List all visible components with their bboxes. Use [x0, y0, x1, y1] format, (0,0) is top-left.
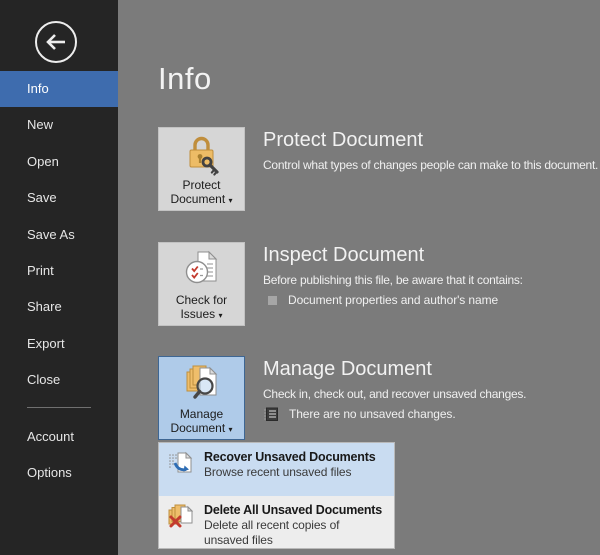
- menu-item-recover-unsaved-documents[interactable]: Recover Unsaved Documents Browse recent …: [159, 443, 394, 496]
- inspect-bullet-row: Document properties and author's name: [263, 293, 600, 307]
- unsaved-changes-icon: [263, 406, 279, 422]
- sidebar-item-info[interactable]: Info: [0, 71, 118, 107]
- delete-documents-icon: [167, 503, 193, 529]
- backstage-sidebar: Info New Open Save Save As Print Share E…: [0, 0, 118, 555]
- inspect-document-heading: Inspect Document: [263, 243, 600, 267]
- sidebar-nav: Info New Open Save Save As Print Share E…: [0, 71, 118, 399]
- sidebar-divider: [27, 407, 91, 408]
- bullet-square-icon: [268, 296, 277, 305]
- sidebar-item-save-as[interactable]: Save As: [0, 217, 118, 253]
- sidebar-item-new[interactable]: New: [0, 107, 118, 143]
- check-for-issues-button-label: Check for Issues ▾: [159, 293, 244, 323]
- back-button[interactable]: [33, 19, 79, 65]
- unsaved-changes-status-row: There are no unsaved changes.: [263, 406, 600, 422]
- delete-all-unsaved-documents-title: Delete All Unsaved Documents: [204, 502, 386, 518]
- manage-document-description: Check in, check out, and recover unsaved…: [263, 386, 600, 403]
- unsaved-changes-status-text: There are no unsaved changes.: [289, 407, 456, 421]
- dropdown-arrow-icon: ▾: [229, 196, 233, 205]
- sidebar-item-open[interactable]: Open: [0, 144, 118, 180]
- recover-unsaved-documents-title: Recover Unsaved Documents: [204, 449, 375, 465]
- sidebar-item-print[interactable]: Print: [0, 253, 118, 289]
- manage-document-heading: Manage Document: [263, 357, 600, 381]
- sidebar-item-account[interactable]: Account: [0, 419, 118, 455]
- sidebar-item-close[interactable]: Close: [0, 362, 118, 398]
- sidebar-item-save[interactable]: Save: [0, 180, 118, 216]
- inspect-bullet-text: Document properties and author's name: [288, 293, 498, 307]
- sidebar-item-share[interactable]: Share: [0, 289, 118, 325]
- sidebar-footer-nav: Account Options: [0, 419, 118, 492]
- manage-document-button-label: Manage Document ▾: [159, 407, 244, 437]
- page-title: Info: [158, 61, 212, 97]
- dropdown-arrow-icon: ▾: [219, 311, 223, 320]
- delete-all-unsaved-documents-subtitle: Delete all recent copies of unsaved file…: [204, 518, 386, 548]
- sidebar-item-export[interactable]: Export: [0, 326, 118, 362]
- dropdown-arrow-icon: ▾: [229, 425, 233, 434]
- recover-unsaved-documents-subtitle: Browse recent unsaved files: [204, 465, 375, 480]
- check-issues-icon: [183, 249, 221, 291]
- inspect-document-description: Before publishing this file, be aware th…: [263, 272, 600, 289]
- manage-document-button[interactable]: Manage Document ▾: [158, 356, 245, 440]
- back-arrow-icon: [33, 19, 79, 65]
- menu-item-delete-all-unsaved-documents[interactable]: Delete All Unsaved Documents Delete all …: [159, 496, 394, 549]
- recover-document-icon: [167, 450, 193, 476]
- protect-document-description: Control what types of changes people can…: [263, 157, 600, 174]
- lock-key-icon: [183, 134, 221, 176]
- protect-document-button-label: Protect Document ▾: [159, 178, 244, 208]
- manage-document-dropdown-menu: Recover Unsaved Documents Browse recent …: [158, 442, 395, 549]
- protect-document-heading: Protect Document: [263, 128, 600, 152]
- check-for-issues-button[interactable]: Check for Issues ▾: [158, 242, 245, 326]
- sidebar-item-options[interactable]: Options: [0, 455, 118, 491]
- protect-document-button[interactable]: Protect Document ▾: [158, 127, 245, 211]
- manage-document-icon: [183, 363, 221, 405]
